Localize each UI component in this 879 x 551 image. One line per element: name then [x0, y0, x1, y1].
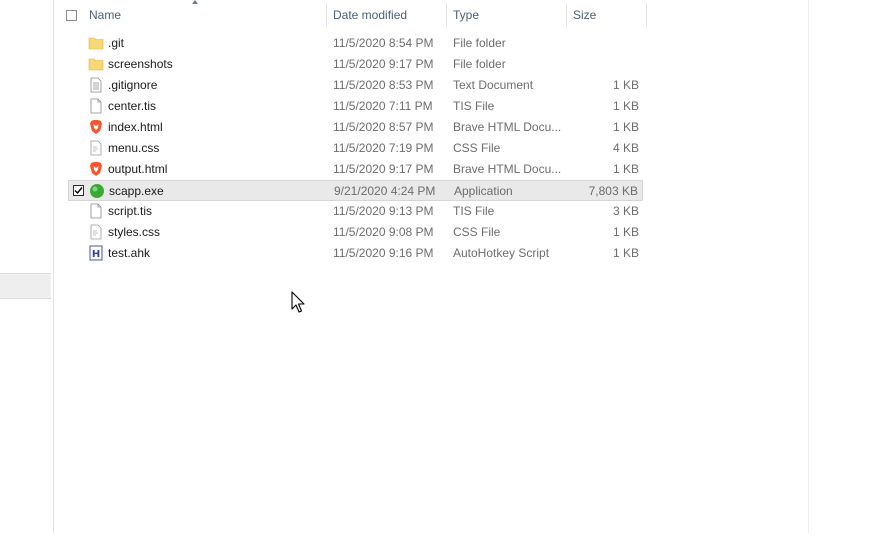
- mouse-cursor-icon: [291, 291, 305, 313]
- file-date-modified: 11/5/2020 9:13 PM: [333, 204, 434, 218]
- file-date-modified: 11/5/2020 8:54 PM: [333, 36, 434, 50]
- css-file-icon: [88, 224, 104, 240]
- file-type: Text Document: [453, 78, 534, 92]
- css-file-icon: [88, 140, 104, 156]
- file-size: 1 KB: [612, 99, 639, 113]
- file-list-view[interactable]: Name Date modified Type Size .git 11/5/20…: [54, 0, 809, 533]
- column-header-name[interactable]: Name: [54, 0, 327, 27]
- file-name: .gitignore: [108, 78, 158, 92]
- file-row[interactable]: Htest.ahk 11/5/2020 9:16 PM AutoHotkey Scr…: [68, 243, 643, 264]
- column-header-size[interactable]: Size: [567, 3, 647, 27]
- ahk-icon: H: [88, 245, 104, 261]
- file-row[interactable]: styles.css 11/5/2020 9:08 PM CSS File 1 KB: [68, 222, 643, 243]
- file-name: output.html: [108, 162, 168, 176]
- file-size: 4 KB: [612, 141, 639, 155]
- file-date-modified: 11/5/2020 7:19 PM: [333, 141, 434, 155]
- status-area: [0, 533, 879, 551]
- brave-icon: [88, 119, 104, 135]
- file-size: 7,803 KB: [588, 184, 638, 198]
- file-name: styles.css: [108, 225, 161, 239]
- file-size: 1 KB: [612, 225, 639, 239]
- file-date-modified: 11/5/2020 8:53 PM: [333, 78, 434, 92]
- file-row[interactable]: script.tis 11/5/2020 9:13 PM TIS File 3 KB: [68, 201, 643, 222]
- file-name: script.tis: [108, 204, 153, 218]
- file-size: 1 KB: [612, 120, 639, 134]
- navigation-pane[interactable]: [0, 0, 54, 533]
- file-date-modified: 11/5/2020 9:16 PM: [333, 246, 434, 260]
- file-type: TIS File: [453, 99, 495, 113]
- file-type: TIS File: [453, 204, 495, 218]
- file-row[interactable]: output.html 11/5/2020 9:17 PM Brave HTML D…: [68, 159, 643, 180]
- svg-text:H: H: [92, 249, 100, 260]
- blank-file-icon: [88, 203, 104, 219]
- file-row[interactable]: scapp.exe 9/21/2020 4:24 PM Application 7,8…: [68, 180, 643, 201]
- file-type: Brave HTML Docu...: [453, 162, 562, 176]
- file-row[interactable]: menu.css 11/5/2020 7:19 PM CSS File 4 KB: [68, 138, 643, 159]
- file-date-modified: 11/5/2020 9:17 PM: [333, 162, 434, 176]
- column-header-type-label: Type: [453, 8, 480, 22]
- column-header-size-label: Size: [573, 8, 597, 22]
- file-name: center.tis: [108, 99, 157, 113]
- file-row[interactable]: center.tis 11/5/2020 7:11 PM TIS File 1 KB: [68, 96, 643, 117]
- file-name: index.html: [108, 120, 163, 134]
- file-type: Brave HTML Docu...: [453, 120, 562, 134]
- column-header-date-label: Date modified: [333, 8, 408, 22]
- blank-file-icon: [88, 98, 104, 114]
- file-type: AutoHotkey Script: [453, 246, 550, 260]
- file-name: menu.css: [108, 141, 160, 155]
- column-header-date[interactable]: Date modified: [327, 3, 447, 27]
- file-name: screenshots: [108, 57, 173, 71]
- column-header-type[interactable]: Type: [447, 3, 567, 27]
- file-date-modified: 11/5/2020 9:17 PM: [333, 57, 434, 71]
- file-type: CSS File: [453, 141, 501, 155]
- column-header-row: Name Date modified Type Size: [54, 0, 647, 27]
- file-row[interactable]: .gitignore 11/5/2020 8:53 PM Text Document…: [68, 75, 643, 96]
- text-file-icon: [88, 77, 104, 93]
- nav-selected-item[interactable]: [0, 273, 51, 299]
- file-row[interactable]: .git 11/5/2020 8:54 PM File folder: [68, 33, 643, 54]
- sort-ascending-icon: [192, 0, 198, 4]
- file-type: Application: [454, 184, 513, 198]
- file-date-modified: 11/5/2020 9:08 PM: [333, 225, 434, 239]
- file-row[interactable]: screenshots 11/5/2020 9:17 PM File folder: [68, 54, 643, 75]
- file-date-modified: 11/5/2020 8:57 PM: [333, 120, 434, 134]
- file-name: test.ahk: [108, 246, 151, 260]
- file-rows: .git 11/5/2020 8:54 PM File folder screensh…: [68, 33, 643, 264]
- file-row[interactable]: index.html 11/5/2020 8:57 PM Brave HTML Do…: [68, 117, 643, 138]
- file-name: .git: [108, 36, 125, 50]
- file-date-modified: 11/5/2020 7:11 PM: [333, 99, 433, 113]
- file-type: File folder: [453, 57, 506, 71]
- brave-icon: [88, 161, 104, 177]
- app-icon: [89, 183, 105, 199]
- file-type: File folder: [453, 36, 506, 50]
- file-size: 1 KB: [612, 78, 639, 92]
- file-size: 1 KB: [612, 162, 639, 176]
- row-checkbox[interactable]: [73, 185, 84, 196]
- folder-icon: [88, 35, 104, 51]
- file-size: 1 KB: [612, 246, 639, 260]
- file-size: 3 KB: [612, 204, 639, 218]
- select-all-checkbox[interactable]: [66, 9, 77, 21]
- file-name: scapp.exe: [109, 184, 164, 198]
- file-date-modified: 9/21/2020 4:24 PM: [334, 184, 436, 198]
- column-header-name-label: Name: [89, 8, 122, 22]
- file-type: CSS File: [453, 225, 501, 239]
- folder-icon: [88, 56, 104, 72]
